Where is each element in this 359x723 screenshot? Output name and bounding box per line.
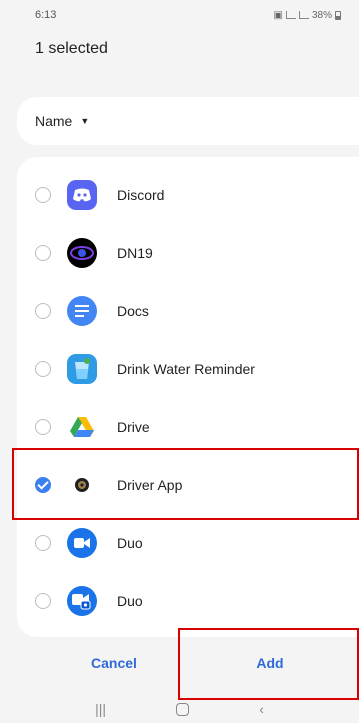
- cancel-button[interactable]: Cancel: [60, 645, 168, 681]
- duo-icon: [67, 528, 97, 558]
- app-row-duo-2[interactable]: Duo: [17, 572, 359, 630]
- app-row-dn19[interactable]: DN19: [17, 224, 359, 282]
- radio-duo[interactable]: [35, 535, 51, 551]
- app-label: DN19: [117, 245, 153, 261]
- system-nav-bar: ||| ‹: [0, 695, 359, 723]
- dn19-icon: [67, 238, 97, 268]
- app-label: Docs: [117, 303, 149, 319]
- app-row-docs[interactable]: Docs: [17, 282, 359, 340]
- duo-alt-icon: [67, 586, 97, 616]
- battery-percent: 38%: [311, 9, 332, 21]
- sort-dropdown[interactable]: Name ▼: [17, 97, 359, 145]
- docs-icon: [67, 296, 97, 326]
- radio-dn19[interactable]: [35, 245, 51, 261]
- sort-label: Name: [35, 113, 73, 129]
- app-row-drink-water-reminder[interactable]: Drink Water Reminder: [17, 340, 359, 398]
- battery-icon: [335, 10, 341, 20]
- add-button[interactable]: Add: [216, 645, 324, 681]
- radio-discord[interactable]: [35, 187, 51, 203]
- status-bar: 6:13 ▣ 38%: [0, 0, 359, 30]
- selection-count-title: 1 selected: [35, 40, 108, 57]
- drive-icon: [67, 412, 97, 442]
- app-row-duo[interactable]: Duo: [17, 514, 359, 572]
- app-row-discord[interactable]: Discord: [17, 166, 359, 224]
- radio-drive[interactable]: [35, 419, 51, 435]
- signal-icon-2: [298, 11, 309, 19]
- caret-down-icon: ▼: [80, 116, 90, 126]
- app-label: Duo: [117, 593, 143, 609]
- app-label: Drink Water Reminder: [117, 361, 255, 377]
- radio-docs[interactable]: [35, 303, 51, 319]
- radio-duo-2[interactable]: [35, 593, 51, 609]
- app-label: Discord: [117, 187, 165, 203]
- notification-icon: ▣: [273, 9, 283, 21]
- app-label: Duo: [117, 535, 143, 551]
- discord-icon: [67, 180, 97, 210]
- status-time: 6:13: [35, 9, 57, 21]
- recent-apps-icon[interactable]: |||: [95, 701, 106, 717]
- app-list: Discord DN19 Docs Drink Water Reminder D…: [17, 157, 359, 637]
- back-icon[interactable]: ‹: [259, 701, 264, 717]
- radio-drink-water[interactable]: [35, 361, 51, 377]
- water-cup-icon: [67, 354, 97, 384]
- signal-icon: [285, 11, 296, 19]
- highlight-box-driver-app: [12, 448, 359, 520]
- status-icons: ▣ 38%: [274, 10, 341, 21]
- home-icon[interactable]: [176, 702, 190, 716]
- app-label: Drive: [117, 419, 150, 435]
